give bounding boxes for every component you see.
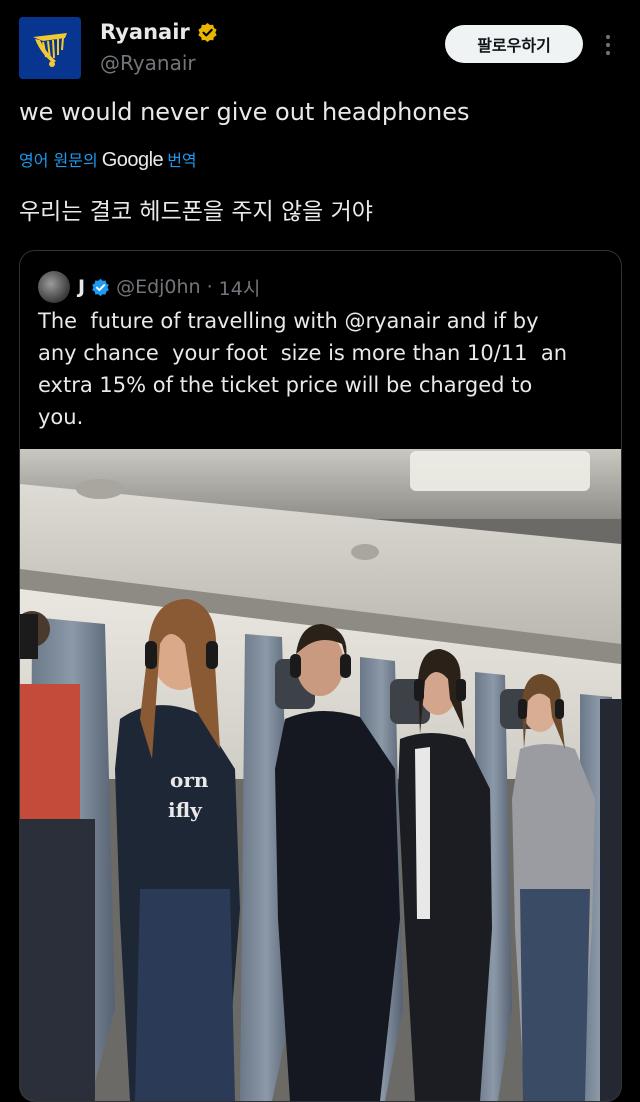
- airplane-cabin-photo[interactable]: orn ifly: [20, 449, 621, 1101]
- translation-attribution[interactable]: 영어 원문의 Google 번역: [19, 147, 197, 172]
- quoted-tweet-header: J @Edj0hn · 14시: [38, 271, 260, 303]
- separator-dot: ·: [206, 276, 213, 298]
- translate-suffix[interactable]: 번역: [167, 147, 196, 171]
- quoted-author-avatar[interactable]: [38, 271, 70, 303]
- author-name-row: Ryanair: [100, 20, 218, 44]
- translated-text: 우리는 결코 헤드폰을 주지 않을 거야: [19, 199, 373, 225]
- tweet-header: Ryanair @Ryanair 팔로우하기: [0, 0, 640, 95]
- google-logo: Google: [101, 149, 164, 171]
- ryanair-avatar[interactable]: [19, 17, 81, 79]
- author-name[interactable]: Ryanair: [100, 20, 190, 44]
- author-handle[interactable]: @Ryanair: [100, 51, 196, 75]
- quoted-tweet-text: The future of travelling with @ryanair a…: [38, 309, 568, 429]
- quoted-tweet[interactable]: J @Edj0hn · 14시 The future of travelling…: [19, 250, 622, 1102]
- more-dot: [606, 51, 610, 55]
- quoted-author-handle[interactable]: @Edj0hn: [116, 276, 201, 298]
- blue-verified-badge-icon: [92, 278, 109, 296]
- more-dot: [606, 35, 610, 39]
- ryanair-harp-logo-icon: [19, 17, 81, 79]
- quoted-author-name[interactable]: J: [78, 276, 85, 298]
- shirt-print-line1: orn: [170, 768, 209, 792]
- gold-verified-badge-icon: [198, 22, 217, 42]
- follow-button[interactable]: 팔로우하기: [445, 25, 583, 63]
- tweet-text: we would never give out headphones: [19, 98, 470, 126]
- more-options-icon[interactable]: [598, 30, 618, 60]
- translate-prefix[interactable]: 영어 원문의: [19, 147, 98, 171]
- more-dot: [606, 43, 610, 47]
- quoted-timestamp[interactable]: 14시: [219, 274, 261, 301]
- shirt-print-line2: ifly: [168, 798, 203, 822]
